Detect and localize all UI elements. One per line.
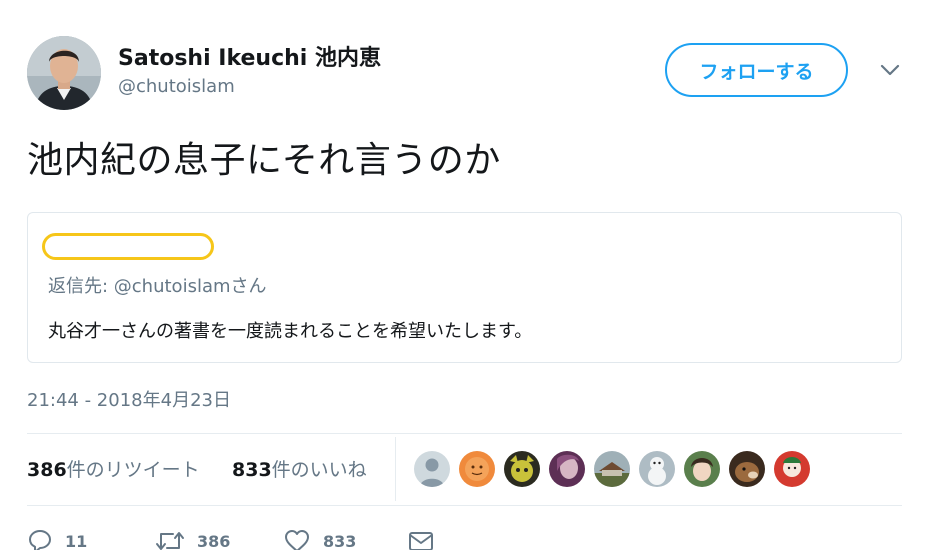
like-stat[interactable]: 833件のいいね (232, 455, 367, 482)
stats-vertical-divider (395, 437, 396, 501)
dog-avatar-icon[interactable] (729, 451, 765, 487)
author-handle[interactable]: @chutoislam (118, 76, 235, 97)
like-button[interactable]: 833 (283, 526, 356, 550)
envelope-icon (407, 528, 435, 550)
stats-bottom-divider (27, 505, 902, 506)
default-avatar-icon[interactable] (414, 451, 450, 487)
author-avatar[interactable] (27, 36, 101, 110)
author-name[interactable]: Satoshi Ikeuchi 池内恵 (118, 40, 381, 72)
follow-button[interactable]: フォローする (665, 43, 848, 97)
stats-top-divider (27, 433, 902, 434)
building-avatar-icon[interactable] (594, 451, 630, 487)
retweet-stat[interactable]: 386件のリツイート (27, 455, 200, 482)
quoted-tweet-body: 丸谷才一さんの著書を一度読まれることを希望いたします。 (48, 321, 533, 342)
retweet-count: 386 (197, 531, 231, 550)
retweet-button[interactable]: 386 (155, 526, 230, 550)
reply-button[interactable]: 11 (27, 526, 87, 550)
quoted-tweet[interactable]: 返信先: @chutoislamさん 丸谷才一さんの著書を一度読まれることを希望… (27, 212, 902, 363)
quoted-reply-to: 返信先: @chutoislamさん (48, 276, 267, 297)
heart-icon (283, 528, 311, 550)
doll-avatar-icon[interactable] (774, 451, 810, 487)
retweet-stat-count: 386 (27, 459, 67, 481)
tweet-text: 池内紀の息子にそれ言うのか (27, 140, 501, 181)
retweet-icon (155, 528, 185, 550)
reply-icon (27, 528, 53, 550)
anime-avatar-icon[interactable] (684, 451, 720, 487)
like-stat-count: 833 (232, 459, 272, 481)
snowman-avatar-icon[interactable] (639, 451, 675, 487)
portrait-avatar-icon[interactable] (549, 451, 585, 487)
tweet-header: Satoshi Ikeuchi 池内恵 @chutoislam フォローする (27, 36, 905, 112)
retweet-stat-label: 件のリツイート (66, 459, 200, 481)
redacted-author-highlight (42, 233, 214, 260)
orange-face-avatar-icon[interactable] (459, 451, 495, 487)
reply-count: 11 (65, 531, 88, 550)
like-stat-label: 件のいいね (271, 459, 367, 481)
tweet-timestamp[interactable]: 21:44 - 2018年4月23日 (27, 386, 231, 412)
like-count: 833 (323, 531, 357, 550)
author-photo-icon (27, 36, 101, 110)
cartoon-face-avatar-icon[interactable] (504, 451, 540, 487)
chevron-down-icon[interactable] (878, 60, 902, 80)
direct-message-button[interactable] (407, 526, 435, 550)
